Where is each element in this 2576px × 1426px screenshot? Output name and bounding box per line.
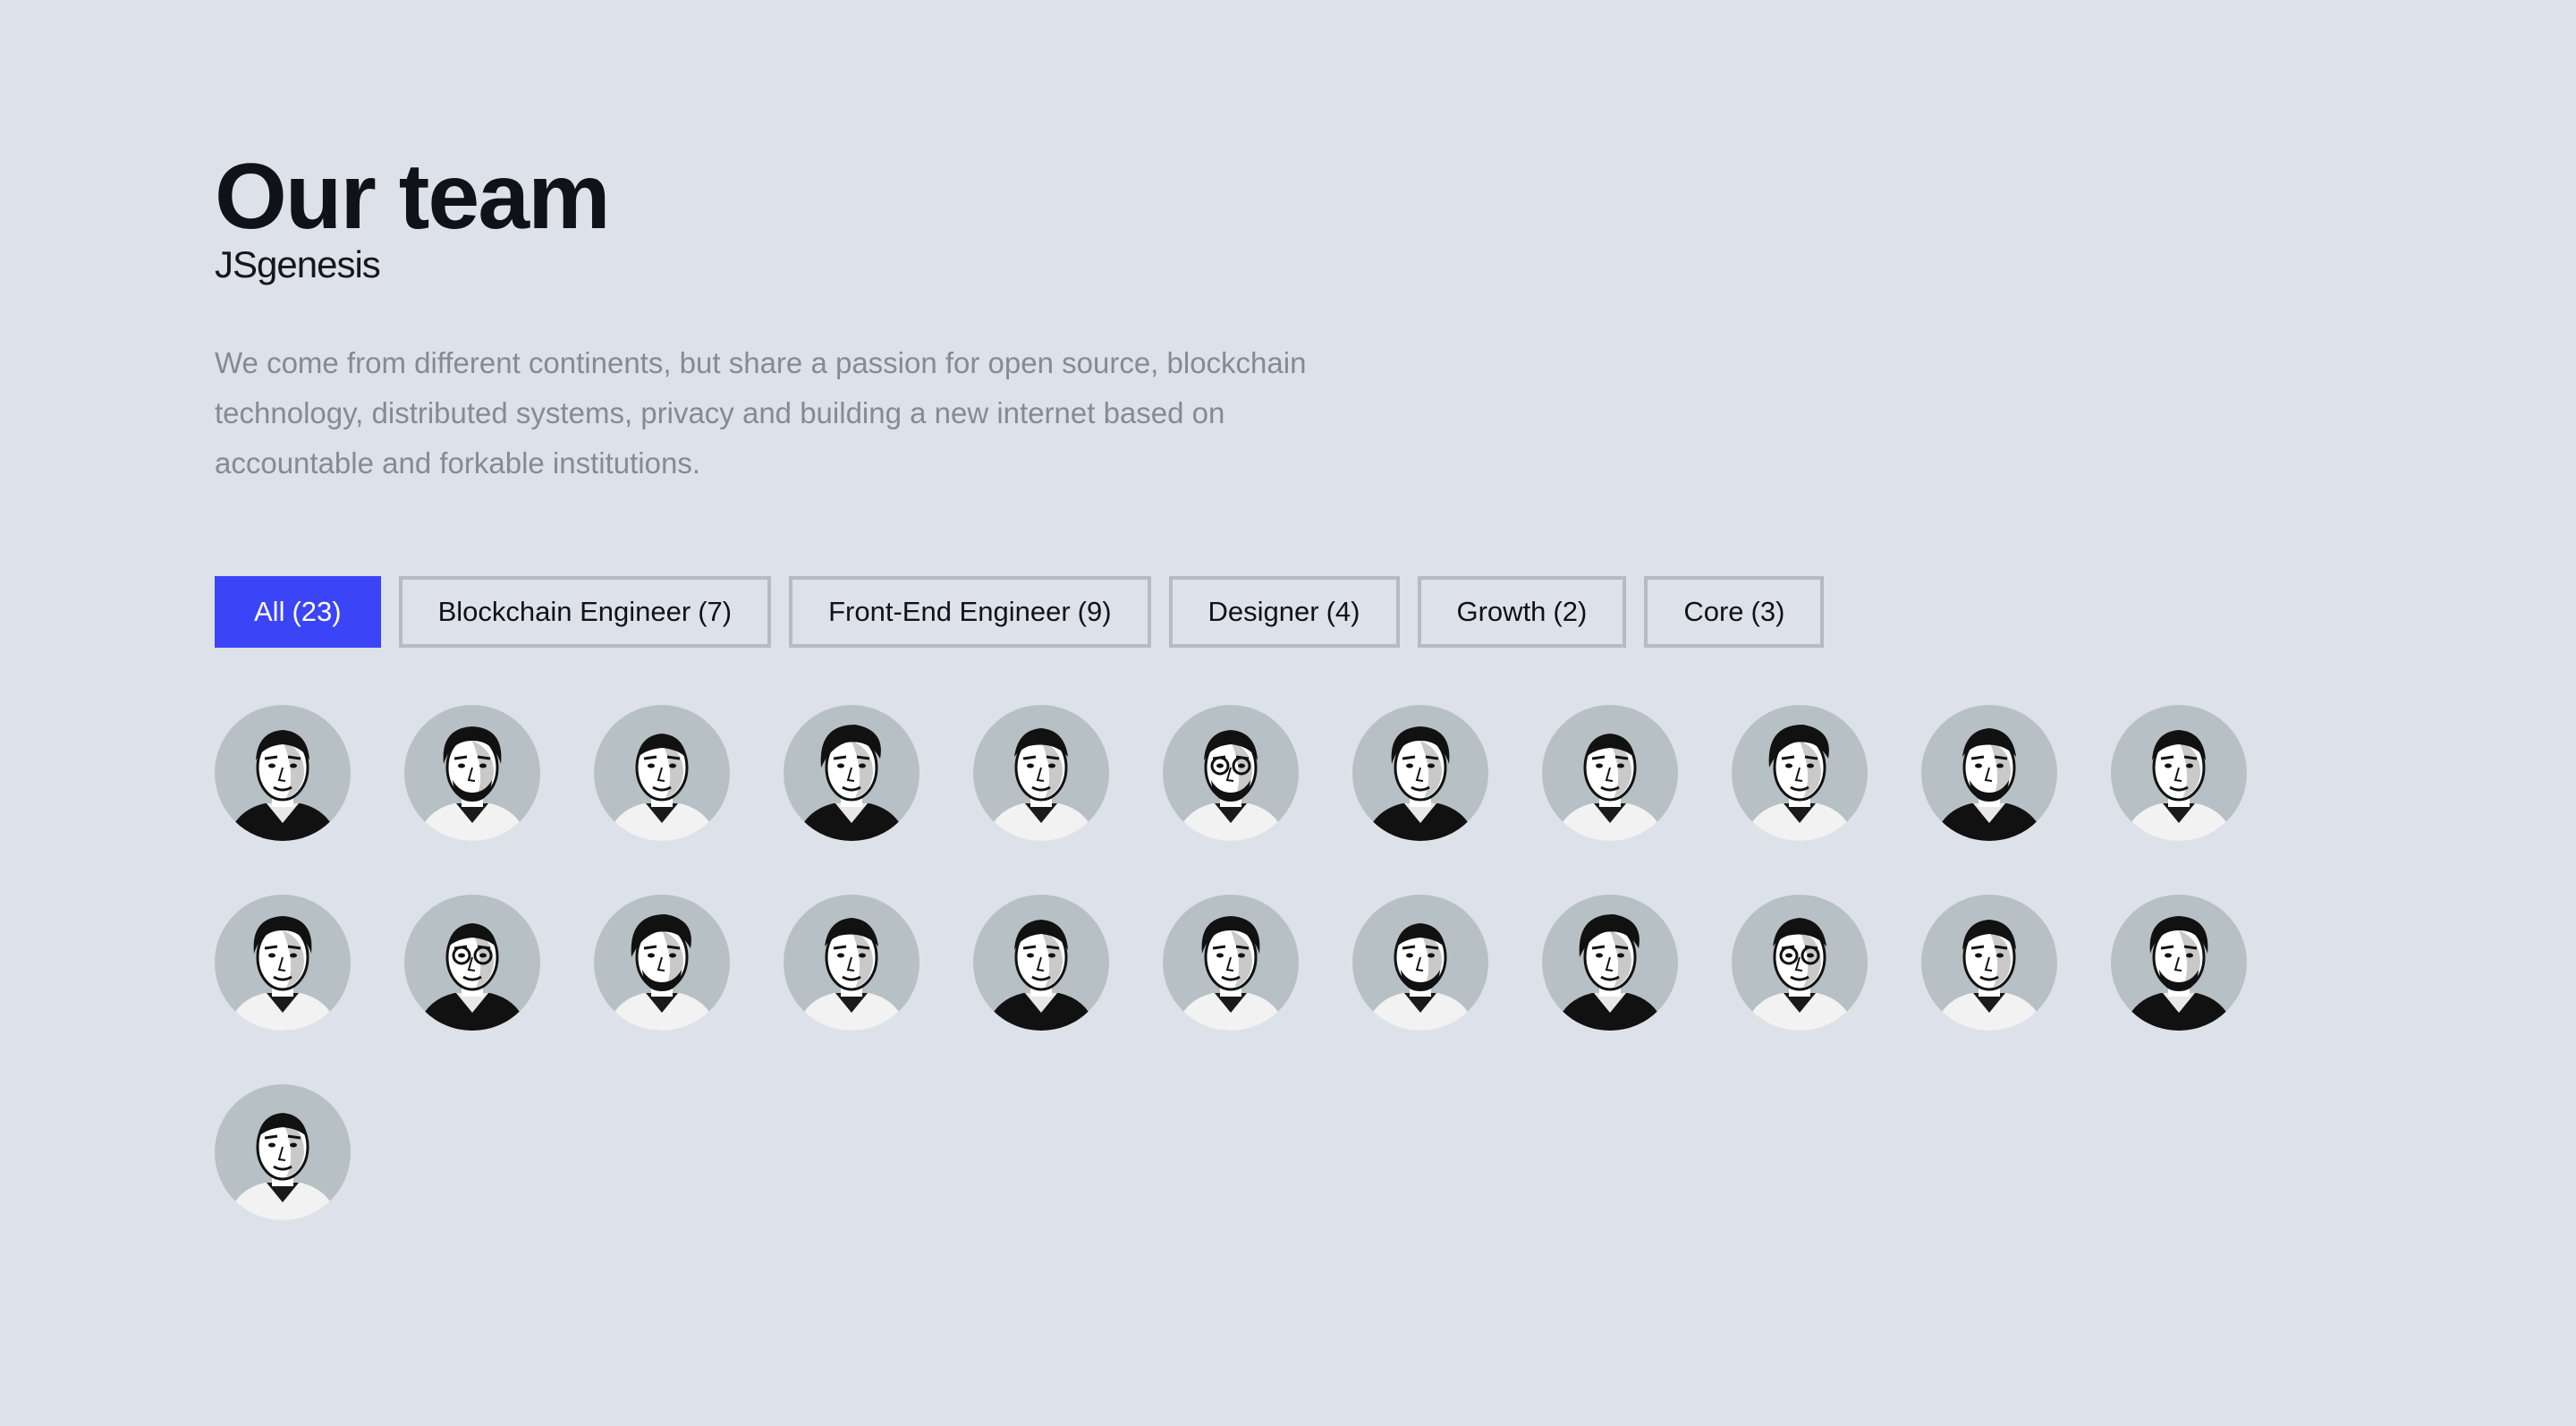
member-avatar	[1921, 705, 2057, 841]
team-member[interactable]	[1921, 705, 2057, 841]
member-avatar	[1732, 705, 1868, 841]
member-avatar	[1163, 705, 1299, 841]
portrait-illustration	[227, 916, 338, 1031]
filter-count: (4)	[1326, 596, 1360, 627]
team-member[interactable]	[1732, 895, 1868, 1031]
member-avatar	[215, 1084, 351, 1220]
filter-designer-button[interactable]: Designer (4)	[1168, 576, 1400, 648]
team-member[interactable]	[784, 705, 919, 841]
portrait-illustration	[986, 920, 1097, 1031]
portrait-illustration	[227, 730, 338, 841]
filter-label: Designer	[1208, 596, 1319, 627]
member-avatar	[2111, 895, 2247, 1031]
filter-label: Front-End Engineer	[828, 596, 1071, 627]
portrait-illustration	[1934, 728, 2045, 841]
member-avatar	[2111, 705, 2247, 841]
team-member[interactable]	[973, 895, 1109, 1031]
brand-logo: JSgenesis	[215, 243, 381, 285]
portrait-illustration	[1744, 918, 1855, 1031]
portrait-illustration	[1175, 730, 1286, 841]
portrait-illustration	[1555, 734, 1665, 841]
member-avatar	[973, 705, 1109, 841]
member-avatar	[404, 895, 540, 1031]
team-member[interactable]	[1542, 895, 1678, 1031]
portrait-illustration	[1744, 725, 1855, 841]
portrait-illustration	[606, 734, 717, 841]
portrait-illustration	[2123, 730, 2234, 841]
filter-label: All	[254, 596, 285, 627]
filter-count: (9)	[1077, 596, 1112, 627]
team-member[interactable]	[1352, 705, 1488, 841]
filter-label: Blockchain Engineer	[437, 596, 691, 627]
team-member[interactable]	[784, 895, 919, 1031]
member-avatar	[1732, 895, 1868, 1031]
role-filter-bar: All (23) Blockchain Engineer (7) Front-End…	[215, 576, 1825, 648]
portrait-illustration	[417, 923, 528, 1031]
filter-front-end-engineer-button[interactable]: Front-End Engineer (9)	[789, 576, 1151, 648]
filter-label: Growth	[1456, 596, 1546, 627]
member-avatar	[404, 705, 540, 841]
team-member[interactable]	[973, 705, 1109, 841]
portrait-illustration	[1555, 914, 1665, 1031]
portrait-illustration	[986, 728, 1097, 841]
team-member[interactable]	[1352, 895, 1488, 1031]
filter-count: (2)	[1553, 596, 1588, 627]
portrait-illustration	[1175, 916, 1286, 1031]
team-member[interactable]	[1163, 895, 1299, 1031]
filter-count: (23)	[292, 596, 342, 627]
portrait-illustration	[796, 725, 907, 841]
member-avatar	[784, 705, 919, 841]
portrait-illustration	[606, 914, 717, 1031]
team-member[interactable]	[594, 705, 730, 841]
portrait-illustration	[796, 918, 907, 1031]
member-avatar	[215, 895, 351, 1031]
portrait-illustration	[1934, 920, 2045, 1031]
team-member[interactable]	[1163, 705, 1299, 841]
team-member[interactable]	[215, 895, 351, 1031]
page-title: Our team	[215, 145, 611, 249]
portrait-illustration	[2123, 916, 2234, 1031]
member-avatar	[784, 895, 919, 1031]
member-avatar	[1352, 705, 1488, 841]
filter-label: Core	[1683, 596, 1744, 627]
filter-growth-button[interactable]: Growth (2)	[1417, 576, 1627, 648]
portrait-illustration	[417, 726, 528, 841]
team-member[interactable]	[404, 895, 540, 1031]
member-avatar	[215, 705, 351, 841]
team-member[interactable]	[2111, 705, 2247, 841]
team-member[interactable]	[215, 1084, 351, 1220]
member-avatar	[1921, 895, 2057, 1031]
member-avatar	[1542, 705, 1678, 841]
member-avatar	[594, 705, 730, 841]
portrait-illustration	[1365, 923, 1476, 1031]
team-member[interactable]	[404, 705, 540, 841]
portrait-illustration	[227, 1113, 338, 1220]
member-avatar	[1163, 895, 1299, 1031]
member-avatar	[1542, 895, 1678, 1031]
team-member[interactable]	[1732, 705, 1868, 841]
team-member[interactable]	[2111, 895, 2247, 1031]
team-member[interactable]	[1542, 705, 1678, 841]
team-member[interactable]	[1921, 895, 2057, 1031]
filter-blockchain-engineer-button[interactable]: Blockchain Engineer (7)	[398, 576, 772, 648]
member-avatar	[1352, 895, 1488, 1031]
filter-all-button[interactable]: All (23)	[215, 576, 381, 648]
filter-count: (3)	[1750, 596, 1785, 627]
filter-count: (7)	[698, 596, 733, 627]
filter-core-button[interactable]: Core (3)	[1644, 576, 1825, 648]
team-grid	[215, 705, 2254, 1220]
portrait-illustration	[1365, 726, 1476, 841]
member-avatar	[594, 895, 730, 1031]
team-member[interactable]	[594, 895, 730, 1031]
member-avatar	[973, 895, 1109, 1031]
team-member[interactable]	[215, 705, 351, 841]
team-intro: We come from different continents, but s…	[215, 346, 1307, 480]
